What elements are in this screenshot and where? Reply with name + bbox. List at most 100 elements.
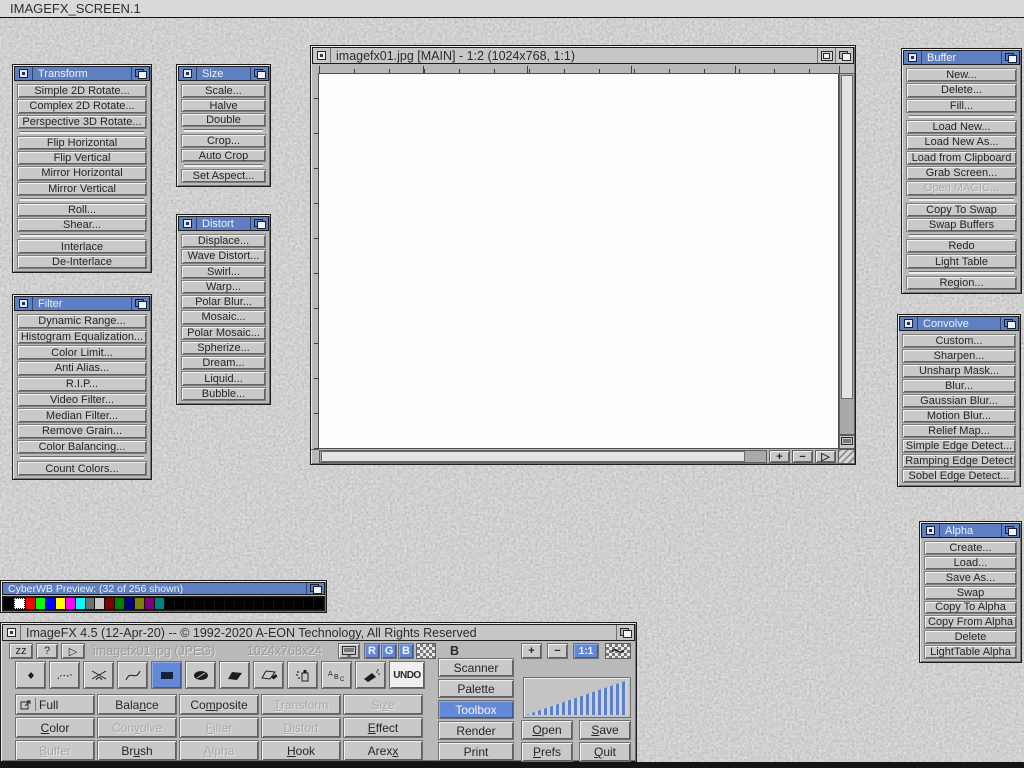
color-button[interactable]: Color	[15, 717, 95, 738]
color-swatch[interactable]	[145, 598, 154, 609]
new-buffer-button[interactable]: New...	[906, 68, 1017, 82]
color-swatch[interactable]	[284, 598, 293, 609]
polar-blur-button[interactable]: Polar Blur...	[181, 295, 266, 309]
set-aspect-button[interactable]: Set Aspect...	[181, 169, 266, 183]
palette-titlebar[interactable]: CyberWB Preview: (32 of 256 shown)	[2, 582, 325, 595]
zoom-in-button[interactable]: +	[769, 450, 790, 463]
color-swatch[interactable]	[36, 598, 45, 609]
full-menu-button[interactable]: Full	[15, 694, 95, 715]
depth-icon[interactable]	[251, 217, 268, 230]
color-swatch[interactable]	[245, 598, 254, 609]
close-icon[interactable]	[179, 217, 196, 230]
flip-horizontal-button[interactable]: Flip Horizontal	[17, 136, 147, 150]
color-swatch[interactable]	[314, 598, 323, 609]
filter-titlebar[interactable]: Filter	[14, 296, 150, 311]
sleep-button[interactable]: zz	[9, 643, 33, 659]
image-window-titlebar[interactable]: imagefx01.jpg [MAIN] - 1:2 (1024x768, 1:…	[312, 47, 854, 64]
depth-icon[interactable]	[251, 67, 268, 80]
warp-button[interactable]: Warp...	[181, 280, 266, 294]
anti-alias-button[interactable]: Anti Alias...	[17, 361, 147, 376]
color-swatch[interactable]	[115, 598, 124, 609]
image-canvas[interactable]	[318, 73, 839, 449]
median-filter-button[interactable]: Median Filter...	[17, 408, 147, 423]
palette-button[interactable]: Palette	[438, 679, 514, 698]
color-swatch[interactable]	[254, 598, 263, 609]
wave-distort-button[interactable]: Wave Distort...	[181, 249, 266, 263]
perspective-3d-rotate-button[interactable]: Perspective 3D Rotate...	[17, 115, 147, 129]
close-icon[interactable]	[179, 67, 196, 80]
zoom-out-button[interactable]: −	[792, 450, 813, 463]
histogram-equalization-button[interactable]: Histogram Equalization...	[17, 330, 147, 345]
screen-preview-button[interactable]	[338, 643, 360, 659]
mirror-horizontal-button[interactable]: Mirror Horizontal	[17, 166, 147, 180]
remove-grain-button[interactable]: Remove Grain...	[17, 424, 147, 439]
color-swatch[interactable]	[235, 598, 244, 609]
toolbox-button[interactable]: Toolbox	[438, 700, 514, 719]
color-swatch[interactable]	[185, 598, 194, 609]
close-icon[interactable]	[922, 524, 939, 537]
color-swatch[interactable]	[95, 598, 104, 609]
polygon-outline-tool-button[interactable]	[253, 661, 284, 689]
swap-buffers-button[interactable]: Swap Buffers	[906, 218, 1017, 232]
convolve-titlebar[interactable]: Convolve	[899, 316, 1019, 331]
rectangle-tool-button[interactable]	[151, 661, 182, 689]
blur-button[interactable]: Blur...	[902, 379, 1016, 393]
spherize-button[interactable]: Spherize...	[181, 341, 266, 355]
depth-icon[interactable]	[132, 297, 149, 310]
green-channel-button[interactable]: G	[381, 643, 397, 659]
airbrush-tool-button[interactable]	[355, 661, 386, 689]
blue-channel-button[interactable]: B	[398, 643, 414, 659]
save-alpha-as-button[interactable]: Save As...	[924, 571, 1017, 585]
roll-button[interactable]: Roll...	[17, 203, 147, 217]
color-swatch[interactable]	[105, 598, 114, 609]
lighttable-alpha-button[interactable]: LightTable Alpha	[924, 645, 1017, 659]
displace-button[interactable]: Displace...	[181, 234, 266, 248]
color-limit-button[interactable]: Color Limit...	[17, 345, 147, 360]
curve-tool-button[interactable]	[117, 661, 148, 689]
text-tool-button[interactable]: A B C	[321, 661, 352, 689]
color-swatch[interactable]	[125, 598, 134, 609]
grab-screen-button[interactable]: Grab Screen...	[906, 166, 1017, 180]
one-to-one-button[interactable]: 1:1	[573, 643, 599, 659]
composite-button[interactable]: Composite	[179, 694, 259, 715]
color-swatch[interactable]	[135, 598, 144, 609]
delete-alpha-button[interactable]: Delete	[924, 630, 1017, 644]
mirror-vertical-button[interactable]: Mirror Vertical	[17, 182, 147, 196]
color-swatch[interactable]	[4, 598, 13, 609]
gradient-ramp-preview[interactable]	[523, 677, 631, 718]
bubble-button[interactable]: Bubble...	[181, 387, 266, 401]
dynamic-range-button[interactable]: Dynamic Range...	[17, 314, 147, 329]
horizontal-scrollbar-thumb[interactable]	[321, 451, 745, 462]
polyline-tool-button[interactable]	[83, 661, 114, 689]
load-alpha-button[interactable]: Load...	[924, 556, 1017, 570]
arexx-button[interactable]: Arexx	[343, 740, 423, 761]
flip-vertical-button[interactable]: Flip Vertical	[17, 151, 147, 165]
freehand-tool-button[interactable]	[49, 661, 80, 689]
color-swatch[interactable]	[76, 598, 85, 609]
auto-crop-button[interactable]: Auto Crop	[181, 149, 266, 163]
help-button[interactable]: ?	[36, 643, 58, 659]
polygon-tool-button[interactable]	[219, 661, 250, 689]
copy-to-swap-button[interactable]: Copy To Swap	[906, 203, 1017, 217]
de-interlace-button[interactable]: De-Interlace	[17, 255, 147, 269]
save-button[interactable]: Save	[579, 720, 631, 740]
color-swatch[interactable]	[165, 598, 174, 609]
color-swatch[interactable]	[86, 598, 95, 609]
color-swatch[interactable]	[26, 598, 35, 609]
simple-edge-detect-button[interactable]: Simple Edge Detect...	[902, 439, 1016, 453]
create-alpha-button[interactable]: Create...	[924, 541, 1017, 555]
shear-button[interactable]: Shear...	[17, 218, 147, 232]
depth-icon[interactable]	[307, 583, 324, 594]
color-swatch[interactable]	[294, 598, 303, 609]
horizontal-scrollbar[interactable]	[319, 450, 767, 463]
swirl-button[interactable]: Swirl...	[181, 265, 266, 279]
color-swatch[interactable]	[175, 598, 184, 609]
scale-button[interactable]: Scale...	[181, 84, 266, 98]
balance-button[interactable]: Balance	[97, 694, 177, 715]
color-swatch[interactable]	[264, 598, 273, 609]
fill-button[interactable]: Fill...	[906, 99, 1017, 113]
buffer-titlebar[interactable]: Buffer	[903, 50, 1020, 65]
halve-button[interactable]: Halve	[181, 99, 266, 113]
color-swatch[interactable]	[274, 598, 283, 609]
ellipse-tool-button[interactable]	[185, 661, 216, 689]
